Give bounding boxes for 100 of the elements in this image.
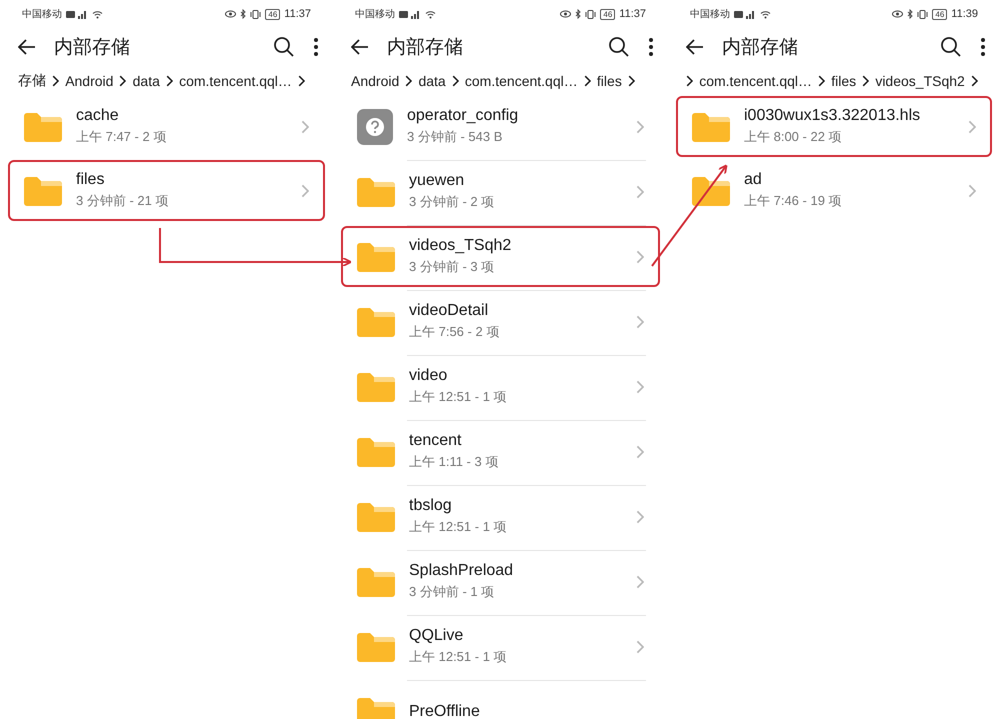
signal-icon bbox=[66, 10, 88, 18]
carrier-name: 中国移动 bbox=[22, 8, 62, 21]
chevron-icon bbox=[636, 574, 644, 588]
back-icon[interactable] bbox=[351, 39, 369, 55]
file-details: 上午 7:46 - 19 项 bbox=[744, 192, 843, 210]
folder-icon bbox=[692, 112, 730, 142]
file-details: 3 分钟前 - 21 项 bbox=[76, 192, 170, 210]
more-icon[interactable] bbox=[313, 37, 319, 57]
chevron-icon bbox=[636, 510, 644, 524]
chevron-icon bbox=[405, 75, 412, 87]
wifi-icon bbox=[92, 10, 103, 18]
breadcrumb-item[interactable]: Android bbox=[65, 73, 114, 89]
file-row[interactable]: ad 上午 7:46 - 19 项 bbox=[676, 160, 992, 221]
vibrate-icon bbox=[250, 10, 262, 18]
folder-icon bbox=[357, 372, 395, 402]
vibrate-icon bbox=[917, 10, 928, 18]
battery-level: 46 bbox=[265, 8, 280, 20]
file-row[interactable]: PreOffline bbox=[341, 681, 660, 719]
file-row[interactable]: tencent 上午 1:11 - 3 项 bbox=[341, 421, 660, 482]
chevron-icon bbox=[636, 120, 644, 134]
folder-icon bbox=[24, 112, 62, 142]
back-icon[interactable] bbox=[18, 39, 36, 55]
screen-title: 内部存储 bbox=[54, 36, 131, 60]
more-icon[interactable] bbox=[648, 37, 654, 57]
bluetooth-icon bbox=[240, 9, 246, 19]
file-row[interactable]: video 上午 12:51 - 1 项 bbox=[341, 356, 660, 417]
chevron-icon bbox=[52, 75, 60, 87]
search-icon[interactable] bbox=[608, 36, 630, 58]
chevron-icon bbox=[636, 250, 644, 264]
search-icon[interactable] bbox=[940, 36, 962, 58]
file-details: 3 分钟前 - 1 项 bbox=[409, 583, 496, 601]
file-row[interactable]: yuewen 3 分钟前 - 2 项 bbox=[341, 161, 660, 222]
chevron-icon bbox=[636, 444, 644, 458]
file-row[interactable]: tbslog 上午 12:51 - 1 项 bbox=[341, 486, 660, 547]
chevron-icon bbox=[636, 314, 644, 328]
breadcrumb-item[interactable]: data bbox=[418, 73, 446, 89]
file-name: tencent bbox=[409, 432, 462, 450]
file-row[interactable]: cache 上午 7:47 - 2 项 bbox=[8, 96, 325, 157]
back-icon[interactable] bbox=[686, 39, 704, 55]
chevron-icon bbox=[298, 75, 306, 87]
chevron-icon bbox=[968, 184, 976, 198]
file-details: 3 分钟前 - 2 项 bbox=[409, 193, 496, 211]
folder-icon bbox=[357, 696, 395, 719]
file-name: ad bbox=[744, 171, 763, 189]
file-row[interactable]: SplashPreload 3 分钟前 - 1 项 bbox=[341, 551, 660, 612]
wifi-icon bbox=[425, 10, 436, 18]
folder-icon bbox=[24, 176, 62, 206]
eye-icon bbox=[560, 10, 572, 18]
chevron-icon bbox=[636, 640, 644, 654]
carrier-name: 中国移动 bbox=[690, 8, 730, 21]
breadcrumb-item[interactable]: videos_TSqh2 bbox=[875, 73, 965, 89]
screen-title: 内部存储 bbox=[387, 36, 464, 60]
folder-icon bbox=[357, 306, 395, 336]
vibrate-icon bbox=[585, 10, 596, 18]
screen-title: 内部存储 bbox=[722, 36, 799, 60]
breadcrumb-item[interactable]: 存储 bbox=[18, 72, 46, 90]
file-row[interactable]: videoDetail 上午 7:56 - 2 项 bbox=[341, 291, 660, 352]
breadcrumb-item[interactable]: data bbox=[132, 73, 160, 89]
file-name: files bbox=[76, 171, 106, 189]
file-name: cache bbox=[76, 107, 120, 125]
folder-icon bbox=[357, 436, 395, 466]
carrier-name: 中国移动 bbox=[355, 8, 395, 21]
signal-icon bbox=[399, 10, 421, 18]
file-details: 上午 12:51 - 1 项 bbox=[409, 518, 508, 536]
file-details: 上午 8:00 - 22 项 bbox=[744, 128, 843, 146]
chevron-icon bbox=[818, 75, 826, 87]
breadcrumb-item[interactable]: com.tencent.qql… bbox=[179, 73, 292, 89]
highlighted-file-row[interactable]: videos_TSqh2 3 分钟前 - 3 项 bbox=[341, 226, 660, 287]
folder-icon bbox=[357, 566, 395, 596]
breadcrumb-item[interactable]: Android bbox=[351, 73, 400, 89]
file-name: SplashPreload bbox=[409, 562, 514, 580]
chevron-icon bbox=[636, 380, 644, 394]
search-icon[interactable] bbox=[273, 36, 295, 58]
chevron-icon bbox=[636, 184, 644, 198]
file-name: QQLive bbox=[409, 627, 464, 645]
clock-time: 11:39 bbox=[951, 8, 978, 20]
file-details: 上午 7:56 - 2 项 bbox=[409, 323, 500, 341]
highlighted-file-row[interactable]: i0030wux1s3.322013.hls 上午 8:00 - 22 项 bbox=[676, 96, 992, 157]
file-row[interactable]: QQLive 上午 12:51 - 1 项 bbox=[341, 616, 660, 677]
more-icon[interactable] bbox=[980, 37, 986, 57]
signal-icon bbox=[734, 10, 756, 18]
breadcrumb-item[interactable]: com.tencent.qql… bbox=[464, 73, 578, 89]
breadcrumb-item[interactable]: files bbox=[831, 73, 856, 89]
file-row[interactable]: operator_config 3 分钟前 - 543 B bbox=[341, 96, 660, 157]
eye-icon bbox=[892, 10, 904, 18]
file-details: 上午 7:47 - 2 项 bbox=[76, 128, 168, 146]
chevron-icon bbox=[119, 75, 127, 87]
file-details: 3 分钟前 - 543 B bbox=[407, 128, 504, 146]
file-name: i0030wux1s3.322013.hls bbox=[744, 107, 922, 125]
file-name: videoDetail bbox=[409, 302, 490, 320]
chevron-icon bbox=[300, 120, 309, 134]
file-name: video bbox=[409, 367, 448, 385]
chevron-icon bbox=[166, 75, 174, 87]
breadcrumb-item[interactable]: files bbox=[596, 73, 622, 89]
chevron-icon bbox=[300, 184, 309, 198]
highlighted-file-row[interactable]: files 3 分钟前 - 21 项 bbox=[8, 160, 325, 221]
bluetooth-icon bbox=[575, 9, 582, 19]
folder-icon bbox=[357, 242, 395, 272]
file-details: 上午 12:51 - 1 项 bbox=[409, 388, 508, 406]
breadcrumb-item[interactable]: com.tencent.qql… bbox=[699, 73, 812, 89]
